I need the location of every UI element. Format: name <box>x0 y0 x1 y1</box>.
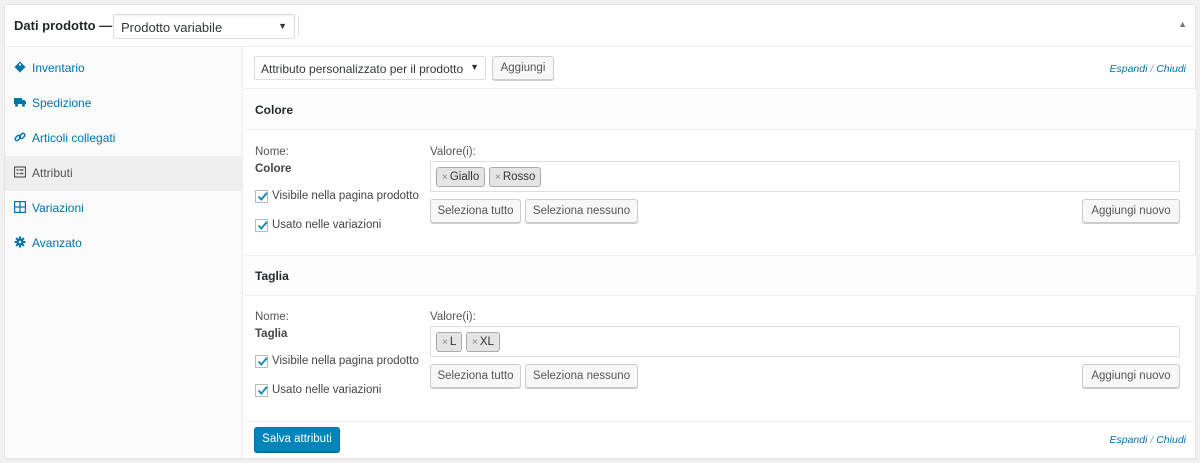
select-none-button[interactable]: Seleziona nessuno <box>525 199 638 223</box>
collapse-link[interactable]: Chiudi <box>1156 63 1186 75</box>
tag-icon <box>14 61 26 73</box>
attributes-footer: Salva attributi Espandi / Chiudi <box>244 424 1196 458</box>
attribute-header-colore[interactable]: Colore <box>244 90 1196 130</box>
tab-attributi[interactable]: Attributi <box>5 156 243 191</box>
add-new-value-button[interactable]: Aggiungi nuovo <box>1082 199 1180 223</box>
value-tag-l[interactable]: × L <box>436 332 463 352</box>
tab-inventario[interactable]: Inventario <box>5 51 243 86</box>
grid-icon <box>14 201 27 214</box>
header-divider <box>298 15 299 37</box>
value-tag-xl[interactable]: × XL <box>466 332 500 352</box>
attribute-taxonomy-value: Attributo personalizzato per il prodotto <box>261 62 464 76</box>
gear-icon <box>14 236 26 248</box>
attributes-toolbar: Attributo personalizzato per il prodotto… <box>244 47 1196 89</box>
save-attributes-button[interactable]: Salva attributi <box>254 427 340 452</box>
attributes-panel: Attributo personalizzato per il prodotto… <box>244 47 1196 458</box>
expand-collapse-links: Espandi / Chiudi <box>1110 63 1187 75</box>
remove-tag-icon[interactable]: × <box>472 337 478 348</box>
attribute-title: Colore <box>255 103 294 117</box>
checkbox-label: Visibile nella pagina prodotto <box>272 190 419 202</box>
link-separator: / <box>1150 63 1154 75</box>
add-attribute-button[interactable]: Aggiungi <box>492 56 554 80</box>
tag-label: L <box>449 336 457 348</box>
name-label: Nome: <box>255 311 289 323</box>
tab-spedizione[interactable]: Spedizione <box>5 86 243 121</box>
tab-avanzato[interactable]: Avanzato <box>5 226 243 261</box>
tab-label: Articoli collegati <box>32 131 116 145</box>
collapse-panel-icon[interactable]: ▲ <box>1178 19 1187 29</box>
panel-header: Dati prodotto — Prodotto variabile ▼ ▲ <box>5 5 1195 47</box>
attribute-body-taglia: Nome: Taglia Visibile nella pagina prodo… <box>244 297 1196 422</box>
checkbox[interactable] <box>255 190 268 203</box>
product-type-select[interactable]: Prodotto variabile ▼ <box>113 14 295 39</box>
checkbox-label: Usato nelle variazioni <box>272 219 382 231</box>
value-tag-rosso[interactable]: × Rosso <box>489 167 542 187</box>
panel-title: Dati prodotto — <box>14 18 113 33</box>
tab-variazioni[interactable]: Variazioni <box>5 191 243 226</box>
checkmark-icon <box>257 221 268 231</box>
checkbox[interactable] <box>255 219 268 232</box>
attribute-values-input[interactable]: × Giallo × Rosso <box>430 161 1180 192</box>
select-all-button[interactable]: Seleziona tutto <box>430 364 521 388</box>
add-new-value-button[interactable]: Aggiungi nuovo <box>1082 364 1180 388</box>
attribute-values-input[interactable]: × L × XL <box>430 326 1180 357</box>
truck-icon <box>14 96 26 108</box>
select-none-button[interactable]: Seleziona nessuno <box>525 364 638 388</box>
expand-collapse-links: Espandi / Chiudi <box>1110 434 1187 446</box>
dropdown-arrow-icon: ▼ <box>278 21 287 31</box>
product-data-panel: Dati prodotto — Prodotto variabile ▼ ▲ I… <box>4 4 1196 459</box>
tag-label: Rosso <box>502 171 536 183</box>
link-icon <box>14 131 26 143</box>
tab-label: Inventario <box>32 61 85 75</box>
tab-label: Avanzato <box>32 236 82 250</box>
attribute-title: Taglia <box>255 269 289 283</box>
checkbox[interactable] <box>255 355 268 368</box>
select-all-button[interactable]: Seleziona tutto <box>430 199 521 223</box>
attribute-name: Colore <box>255 163 292 175</box>
tag-label: XL <box>479 336 494 348</box>
product-data-tabs: Inventario Spedizione Articoli collegati… <box>5 47 243 458</box>
tag-label: Giallo <box>449 171 480 183</box>
expand-link[interactable]: Espandi <box>1110 434 1148 446</box>
expand-link[interactable]: Espandi <box>1110 63 1148 75</box>
attribute-taxonomy-select[interactable]: Attributo personalizzato per il prodotto… <box>254 56 486 80</box>
tab-label: Attributi <box>32 166 73 180</box>
collapse-link[interactable]: Chiudi <box>1156 434 1186 446</box>
product-type-value: Prodotto variabile <box>121 20 223 35</box>
dropdown-arrow-icon: ▼ <box>470 62 479 72</box>
remove-tag-icon[interactable]: × <box>495 172 501 183</box>
name-label: Nome: <box>255 146 289 158</box>
checkmark-icon <box>257 386 268 396</box>
attribute-body-colore: Nome: Colore Visibile nella pagina prodo… <box>244 131 1196 256</box>
tab-label: Spedizione <box>32 96 92 110</box>
tab-articoli-collegati[interactable]: Articoli collegati <box>5 121 243 156</box>
link-separator: / <box>1150 434 1154 446</box>
checkbox-label: Usato nelle variazioni <box>272 384 382 396</box>
attribute-header-taglia[interactable]: Taglia <box>244 256 1196 296</box>
value-tag-giallo[interactable]: × Giallo <box>436 167 486 187</box>
attribute-name: Taglia <box>255 328 288 340</box>
remove-tag-icon[interactable]: × <box>442 172 448 183</box>
checkmark-icon <box>257 357 268 367</box>
checkbox-label: Visibile nella pagina prodotto <box>272 355 419 367</box>
checkmark-icon <box>257 192 268 202</box>
values-label: Valore(i): <box>430 146 476 158</box>
remove-tag-icon[interactable]: × <box>442 337 448 348</box>
checkbox[interactable] <box>255 384 268 397</box>
values-label: Valore(i): <box>430 311 476 323</box>
list-icon <box>13 166 27 178</box>
tab-label: Variazioni <box>32 201 84 215</box>
